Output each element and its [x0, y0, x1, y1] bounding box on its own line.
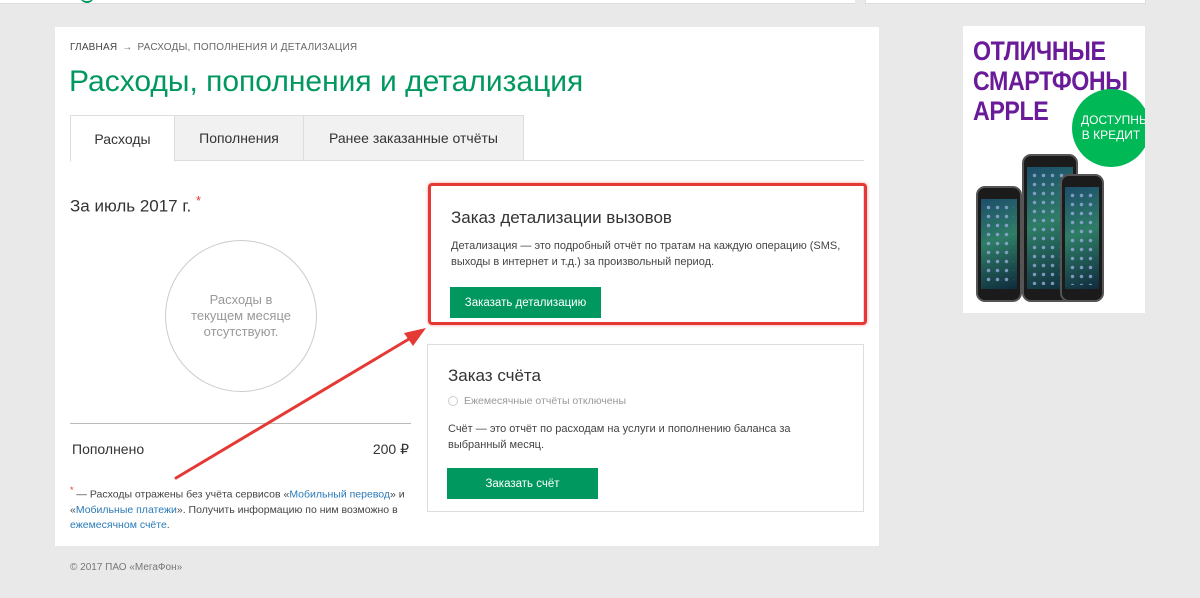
expenses-empty-circle: Расходы в текущем месяце отсутствуют. — [165, 240, 317, 392]
footnote-text: ». Получить информацию по ним возможно в — [176, 503, 398, 516]
header-bar — [0, 0, 855, 4]
phone-image-icon — [976, 186, 1022, 302]
header-right-panel — [865, 0, 1146, 4]
ad-line: ОТЛИЧНЫЕ — [973, 36, 1106, 66]
phone-image-icon — [1060, 174, 1104, 302]
breadcrumb-current: РАСХОДЫ, ПОПОЛНЕНИЯ И ДЕТАЛИЗАЦИЯ — [137, 42, 358, 53]
footnote-text: . — [166, 518, 170, 531]
tab-expenses[interactable]: Расходы — [70, 115, 175, 162]
divider — [70, 423, 411, 424]
breadcrumb-arrow-icon: → — [122, 42, 133, 53]
footnote-text: — Расходы отражены без учёта сервисов « — [73, 488, 290, 501]
expenses-empty-message: Расходы в текущем месяце отсутствуют. — [191, 292, 291, 339]
mobile-payments-link[interactable]: Мобильные платежи — [76, 504, 177, 516]
footer-copyright: © 2017 ПАО «МегаФон» — [70, 562, 183, 573]
ad-banner[interactable]: ОТЛИЧНЫЕ СМАРТФОНЫ APPLE ДОСТУПНЫ В КРЕД… — [963, 26, 1145, 313]
annotation-highlight-box — [428, 183, 867, 325]
breadcrumb-home-link[interactable]: ГЛАВНАЯ — [70, 42, 117, 53]
topup-value: 200 ₽ — [372, 441, 409, 457]
bill-order-panel: Заказ счёта Ежемесячные отчёты отключены… — [427, 344, 864, 512]
tab-ordered-reports[interactable]: Ранее заказанные отчёты — [303, 115, 524, 161]
topup-label: Пополнено — [72, 441, 145, 457]
radio-icon[interactable] — [448, 396, 458, 406]
ad-badge-text: ДОСТУПНЫ В КРЕДИТ — [1081, 113, 1145, 142]
megafon-logo-icon[interactable] — [80, 0, 94, 3]
monthly-reports-label: Ежемесячные отчёты отключены — [464, 395, 626, 407]
order-bill-button[interactable]: Заказать счёт — [447, 468, 598, 499]
page-title: Расходы, пополнения и детализация — [69, 65, 584, 98]
bill-order-title: Заказ счёта — [448, 366, 541, 385]
breadcrumb: ГЛАВНАЯ → РАСХОДЫ, ПОПОЛНЕНИЯ И ДЕТАЛИЗА… — [70, 42, 357, 53]
monthly-reports-option[interactable]: Ежемесячные отчёты отключены — [448, 395, 626, 407]
period-label: За июль 2017 г. — [70, 196, 192, 216]
period-asterisk: * — [195, 193, 202, 208]
bill-order-description: Счёт — это отчёт по расходам на услуги и… — [448, 423, 791, 451]
monthly-bill-link[interactable]: ежемесячном счёте — [70, 519, 167, 531]
period-heading: За июль 2017 г. * — [70, 193, 201, 217]
ad-credit-badge: ДОСТУПНЫ В КРЕДИТ — [1072, 89, 1145, 167]
tabs-bar: Расходы Пополнения Ранее заказанные отчё… — [70, 115, 864, 162]
mobile-transfer-link[interactable]: Мобильный перевод — [289, 489, 390, 501]
main-card: ГЛАВНАЯ → РАСХОДЫ, ПОПОЛНЕНИЯ И ДЕТАЛИЗА… — [55, 27, 879, 546]
tab-topups[interactable]: Пополнения — [174, 115, 304, 161]
footnote: * — Расходы отражены без учёта сервисов … — [70, 483, 415, 533]
